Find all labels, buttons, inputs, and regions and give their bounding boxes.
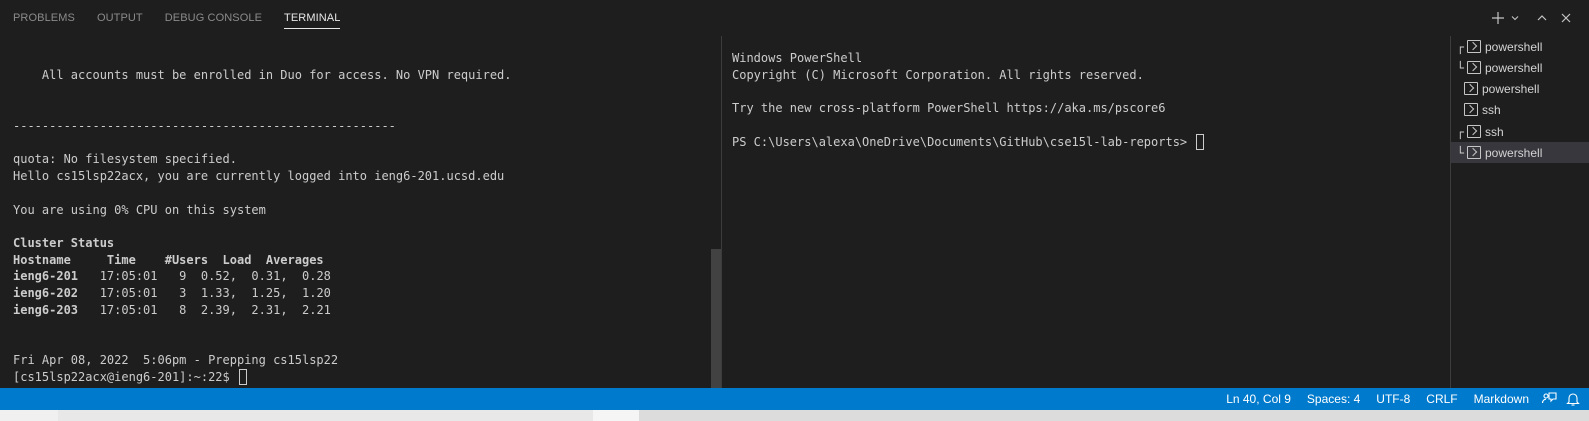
terminal-list-item[interactable]: └ powershell	[1451, 57, 1589, 78]
cluster-row: ieng6-203 17:05:01 8 2.39, 2.31, 2.21	[13, 302, 331, 319]
cluster-row: ieng6-201 17:05:01 9 0.52, 0.31, 0.28	[13, 268, 331, 285]
status-bar-right: Ln 40, Col 9 Spaces: 4 UTF-8 CRLF Markdo…	[1218, 388, 1589, 410]
cluster-table-header: Hostname Time #Users Load Averages	[13, 253, 324, 267]
close-icon[interactable]	[1557, 9, 1575, 27]
status-bar: Ln 40, Col 9 Spaces: 4 UTF-8 CRLF Markdo…	[0, 388, 1589, 410]
terminal-list-label: powershell	[1485, 39, 1543, 54]
tree-connector: └	[1456, 60, 1464, 75]
cluster-values: 17:05:01 3 1.33, 1.25, 1.20	[78, 286, 331, 300]
terminal-line: Try the new cross-platform PowerShell ht…	[732, 101, 1166, 115]
terminal-list-item-selected[interactable]: └ powershell	[1451, 142, 1589, 163]
status-language[interactable]: Markdown	[1466, 388, 1537, 410]
panel-tabs: PROBLEMS OUTPUT DEBUG CONSOLE TERMINAL	[0, 0, 362, 36]
terminal-cursor	[1196, 134, 1205, 150]
status-eol[interactable]: CRLF	[1418, 388, 1465, 410]
terminal-line: quota: No filesystem specified.	[13, 152, 237, 166]
tree-connector: ┌	[1456, 124, 1464, 139]
terminal-list: ┌ powershell └ powershell powershell ssh…	[1450, 36, 1589, 388]
cluster-host: ieng6-203	[13, 303, 79, 317]
tab-problems[interactable]: PROBLEMS	[13, 0, 75, 36]
chevron-up-icon[interactable]	[1533, 9, 1551, 27]
chevron-down-icon[interactable]	[1509, 9, 1521, 27]
terminal-line: You are using 0% CPU on this system	[13, 203, 266, 217]
tree-connector: ┌	[1456, 39, 1464, 54]
cluster-values: 17:05:01 8 2.39, 2.31, 2.21	[78, 303, 331, 317]
tab-terminal[interactable]: TERMINAL	[284, 0, 341, 36]
prompt-text: PS C:\Users\alexa\OneDrive\Documents\Git…	[732, 135, 1195, 149]
terminal-prompt: PS C:\Users\alexa\OneDrive\Documents\Git…	[732, 134, 1205, 151]
terminal-list-label: ssh	[1482, 102, 1501, 117]
terminal-prompt-icon	[1467, 125, 1481, 138]
terminal-list-label: powershell	[1485, 60, 1543, 75]
feedback-icon[interactable]	[1537, 388, 1561, 410]
vscode-panel: PROBLEMS OUTPUT DEBUG CONSOLE TERMINAL A…	[0, 0, 1589, 421]
strip-segment	[0, 410, 58, 421]
terminal-prompt: [cs15lsp22acx@ieng6-201]:~:22$	[13, 369, 247, 386]
terminal-list-item[interactable]: ┌ ssh	[1451, 121, 1589, 142]
cluster-status-title: Cluster Status	[13, 236, 115, 250]
terminal-prompt-icon	[1467, 146, 1481, 159]
terminal-pane-powershell[interactable]: Windows PowerShell Copyright (C) Microso…	[722, 36, 1449, 388]
status-encoding[interactable]: UTF-8	[1368, 388, 1418, 410]
terminal-pane-ssh[interactable]: All accounts must be enrolled in Duo for…	[0, 36, 711, 388]
terminal-prompt-icon	[1464, 103, 1478, 116]
terminal-line: Hello cs15lsp22acx, you are currently lo…	[13, 169, 505, 183]
tab-debug-console[interactable]: DEBUG CONSOLE	[165, 0, 262, 36]
terminal-line: Windows PowerShell	[732, 51, 863, 65]
terminal-line: ----------------------------------------…	[13, 119, 396, 133]
panel-actions	[1489, 0, 1589, 36]
terminal-list-item[interactable]: powershell	[1451, 78, 1589, 99]
terminal-prompt-icon	[1464, 82, 1478, 95]
cluster-host: ieng6-202	[13, 286, 79, 300]
terminal-list-label: ssh	[1485, 124, 1504, 139]
terminal-prompt-icon	[1467, 40, 1481, 53]
terminal-cursor	[238, 369, 247, 385]
terminal-line: Fri Apr 08, 2022 5:06pm - Prepping cs15l…	[13, 353, 339, 367]
terminal-list-label: powershell	[1485, 145, 1543, 160]
bell-icon[interactable]	[1561, 388, 1585, 410]
terminal-list-label: powershell	[1482, 81, 1540, 96]
strip-segment	[639, 410, 1589, 421]
cluster-values: 17:05:01 9 0.52, 0.31, 0.28	[78, 269, 331, 283]
tab-output[interactable]: OUTPUT	[97, 0, 143, 36]
panel-header: PROBLEMS OUTPUT DEBUG CONSOLE TERMINAL	[0, 0, 1589, 36]
strip-segment	[58, 410, 593, 421]
terminal-line: All accounts must be enrolled in Duo for…	[13, 68, 512, 82]
terminal-list-item[interactable]: ssh	[1451, 99, 1589, 120]
prompt-text: [cs15lsp22acx@ieng6-201]:~:22$	[13, 370, 237, 384]
cluster-host: ieng6-201	[13, 269, 79, 283]
cluster-row: ieng6-202 17:05:01 3 1.33, 1.25, 1.20	[13, 285, 331, 302]
tree-connector: └	[1456, 145, 1464, 160]
terminal-line: Copyright (C) Microsoft Corporation. All…	[732, 68, 1144, 82]
strip-segment	[593, 410, 639, 421]
status-cursor-position[interactable]: Ln 40, Col 9	[1218, 388, 1299, 410]
bottom-strip	[0, 410, 1589, 421]
plus-icon[interactable]	[1489, 9, 1507, 27]
status-indentation[interactable]: Spaces: 4	[1299, 388, 1368, 410]
terminal-list-item[interactable]: ┌ powershell	[1451, 36, 1589, 57]
terminal-prompt-icon	[1467, 61, 1481, 74]
terminal-scrollbar[interactable]	[711, 249, 721, 388]
